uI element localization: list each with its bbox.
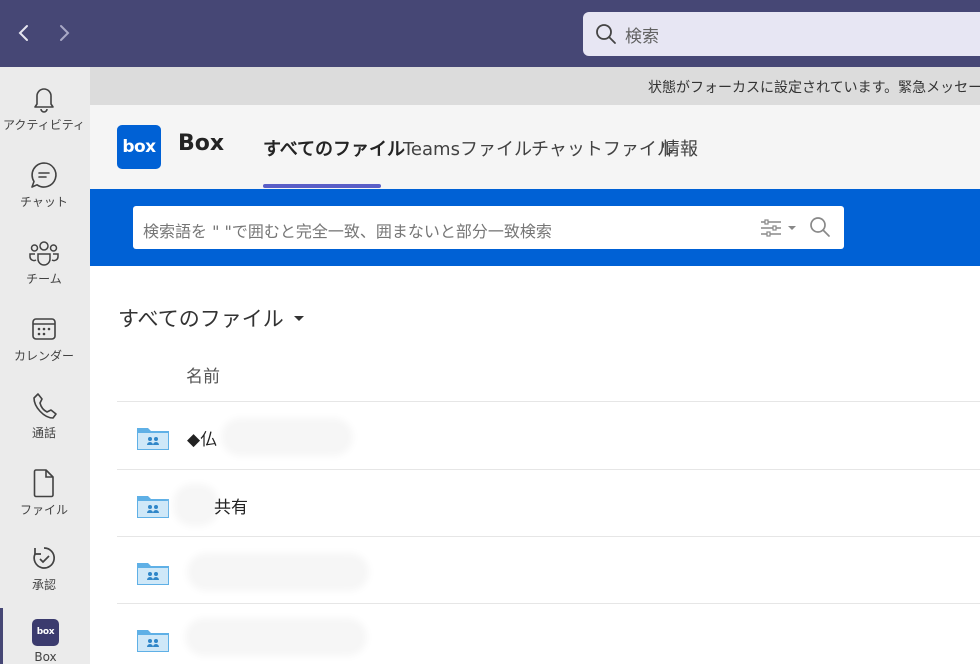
back-button[interactable]	[10, 18, 38, 48]
table-row[interactable]: 共有	[117, 469, 980, 537]
rail-label: 承認	[31, 578, 56, 592]
rail-item-calls[interactable]: 通話	[0, 380, 88, 450]
search-placeholder: 検索	[625, 26, 659, 47]
rail-label: チーム	[26, 272, 62, 286]
file-name: 共有	[214, 498, 248, 518]
tab-teams-files[interactable]: Teamsファイル	[403, 135, 532, 161]
search-icon	[596, 24, 616, 44]
shared-folder-icon	[137, 428, 169, 450]
teams-icon	[29, 241, 59, 266]
box-search-placeholder: 検索語を " "で囲むと完全一致、囲まないと部分一致検索	[143, 222, 552, 241]
table-row[interactable]	[117, 603, 980, 664]
folder-scope-label: すべてのファイル	[118, 307, 284, 331]
table-row[interactable]	[117, 536, 980, 604]
rail-item-box[interactable]: box Box	[0, 608, 88, 664]
rail-label: カレンダー	[13, 349, 74, 363]
rail-label: アクティビティ	[3, 118, 85, 132]
redacted-name	[193, 559, 363, 585]
filter-sliders-icon	[761, 219, 781, 237]
active-tab-indicator	[263, 184, 381, 188]
file-list-panel: すべてのファイル 名前 ◆仏 共有	[90, 266, 980, 664]
rail-label: チャット	[20, 195, 68, 209]
shared-folder-icon	[137, 563, 169, 585]
banner-text: 状態がフォーカスに設定されています。緊急メッセージ	[648, 80, 980, 96]
redacted-name	[191, 624, 361, 650]
file-name: ◆仏	[187, 430, 218, 450]
rail-item-chat[interactable]: チャット	[0, 149, 88, 219]
chevron-right-icon	[60, 25, 70, 41]
rail-item-approvals[interactable]: 承認	[0, 532, 88, 602]
approvals-icon	[33, 547, 56, 569]
chevron-down-icon	[788, 226, 796, 230]
tab-all-files[interactable]: すべてのファイル	[263, 135, 405, 161]
redacted-name	[227, 424, 347, 450]
folder-scope-dropdown[interactable]: すべてのファイル	[118, 303, 304, 333]
column-header-name[interactable]: 名前	[186, 362, 220, 387]
box-search-input[interactable]: 検索語を " "で囲むと完全一致、囲まないと部分一致検索	[133, 206, 844, 249]
shared-folder-icon	[137, 496, 169, 518]
title-bar: 検索	[0, 0, 980, 67]
shared-folder-icon	[137, 630, 169, 652]
box-app-icon: box	[32, 618, 59, 646]
chat-icon	[31, 162, 57, 188]
rail-label: 通話	[31, 426, 56, 440]
app-title: Box	[178, 131, 225, 156]
rail-item-calendar[interactable]: カレンダー	[0, 303, 88, 373]
tab-info[interactable]: 情報	[662, 135, 698, 161]
bell-icon	[34, 88, 54, 113]
rail-label: Box	[34, 650, 57, 664]
table-row[interactable]: ◆仏	[117, 401, 980, 469]
search-icon	[810, 217, 830, 237]
chevron-left-icon	[18, 25, 28, 41]
box-search-button[interactable]	[809, 216, 831, 242]
box-logo: box	[117, 125, 161, 169]
app-header: box Box すべてのファイル Teamsファイル チャットファイル 情報	[90, 105, 980, 189]
app-rail: アクティビティ チャット チーム カレンダー 通話 ファイル 承認 box Bo…	[0, 67, 90, 664]
calendar-icon	[32, 318, 56, 340]
filter-button[interactable]	[759, 218, 801, 238]
box-search-band: 検索語を " "で囲むと完全一致、囲まないと部分一致検索	[90, 189, 980, 266]
phone-icon	[33, 393, 57, 419]
rail-item-files[interactable]: ファイル	[0, 457, 88, 527]
global-search-input[interactable]: 検索	[583, 12, 980, 56]
caret-down-icon	[293, 315, 304, 321]
rail-item-activity[interactable]: アクティビティ	[0, 72, 88, 142]
rail-item-teams[interactable]: チーム	[0, 226, 88, 296]
focus-status-banner: 状態がフォーカスに設定されています。緊急メッセージ	[90, 67, 980, 105]
file-icon	[33, 469, 54, 498]
tab-chat-files[interactable]: チャットファイル	[531, 135, 675, 161]
rail-label: ファイル	[19, 503, 68, 517]
forward-button[interactable]	[50, 18, 78, 48]
redacted-name	[179, 490, 213, 520]
